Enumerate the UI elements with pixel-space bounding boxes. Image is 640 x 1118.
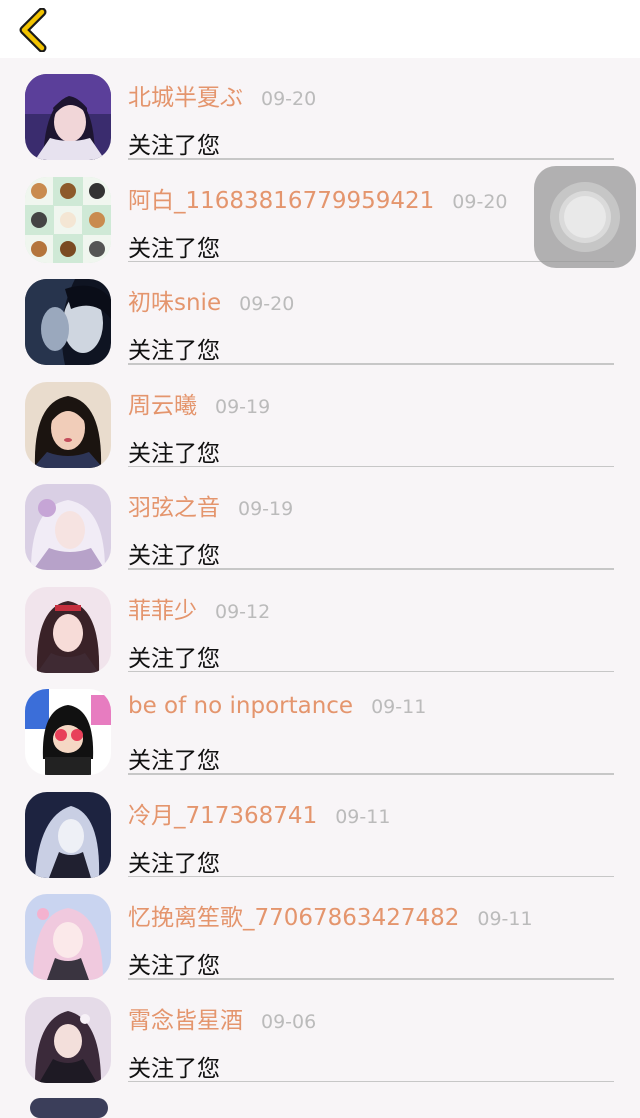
top-nav-bar — [0, 0, 640, 58]
date-label: 09-19 — [238, 498, 294, 520]
message-text: 关注了您 — [128, 338, 220, 364]
list-item[interactable]: 霄念皆星酒 09-06 关注了您 — [0, 981, 640, 1084]
list-item[interactable]: 忆挽离笙歌_77067863427482 09-11 关注了您 — [0, 878, 640, 981]
message-text: 关注了您 — [128, 133, 220, 159]
avatar[interactable] — [25, 996, 111, 1083]
assistive-touch-core — [564, 196, 606, 238]
date-label: 09-11 — [371, 696, 427, 718]
date-label: 09-20 — [261, 88, 317, 110]
list-item[interactable]: 菲菲少 09-12 关注了您 — [0, 571, 640, 674]
list-item[interactable]: 北城半夏ぶ 09-20 关注了您 — [0, 58, 640, 161]
divider — [128, 670, 614, 672]
assistive-touch-button[interactable] — [534, 166, 636, 268]
message-text: 关注了您 — [128, 1055, 220, 1082]
user-name[interactable]: 忆挽离笙歌_77067863427482 — [128, 898, 459, 932]
avatar[interactable] — [25, 894, 111, 980]
list-item[interactable]: 初味snie 09-20 关注了您 — [0, 263, 640, 366]
date-label: 09-11 — [335, 805, 391, 828]
message-text: 关注了您 — [128, 235, 220, 262]
message-text: 关注了您 — [128, 850, 220, 877]
user-name[interactable]: 周云曦 — [128, 386, 197, 420]
list-item[interactable]: be of no inportance 09-11 关注了您 — [0, 673, 640, 776]
date-label: 09-19 — [215, 395, 271, 418]
message-text: 关注了您 — [128, 953, 220, 979]
date-label: 09-11 — [477, 908, 533, 930]
avatar[interactable] — [30, 1098, 108, 1118]
date-label: 09-20 — [452, 190, 508, 213]
user-name[interactable]: 羽弦之音 — [128, 488, 220, 522]
date-label: 09-06 — [261, 1010, 317, 1033]
user-name[interactable]: 阿白_1168381677995942​1 — [128, 181, 434, 215]
user-name[interactable]: be of no inportance — [128, 693, 353, 719]
avatar[interactable] — [25, 586, 111, 673]
user-name[interactable]: 菲菲少 — [128, 591, 197, 625]
date-label: 09-12 — [215, 600, 271, 623]
divider — [128, 1080, 614, 1082]
message-text: 关注了您 — [128, 440, 220, 467]
divider — [128, 158, 614, 160]
user-name[interactable]: 霄念皆星酒 — [128, 1001, 243, 1035]
back-button[interactable] — [14, 7, 54, 53]
date-label: 09-20 — [239, 293, 295, 315]
divider — [128, 363, 614, 365]
divider — [128, 978, 614, 980]
avatar[interactable] — [25, 381, 111, 468]
divider — [128, 465, 614, 467]
avatar[interactable] — [25, 74, 111, 160]
divider — [128, 773, 614, 775]
divider — [128, 875, 614, 877]
avatar[interactable] — [25, 279, 111, 365]
message-text: 关注了您 — [128, 645, 220, 672]
message-text: 关注了您 — [128, 543, 220, 569]
avatar[interactable] — [25, 791, 111, 878]
chevron-left-icon — [19, 7, 47, 53]
user-name[interactable]: 冷月_717368741 — [128, 796, 317, 830]
avatar[interactable] — [25, 689, 111, 775]
user-name[interactable]: 北城半夏ぶ — [128, 78, 243, 112]
avatar[interactable] — [25, 484, 111, 570]
user-name[interactable]: 初味snie — [128, 283, 221, 317]
divider — [128, 568, 614, 570]
list-item[interactable]: 周云曦 09-19 关注了您 — [0, 366, 640, 469]
list-item[interactable]: 冷月_717368741 09-11 关注了您 — [0, 776, 640, 879]
message-text: 关注了您 — [128, 748, 220, 774]
avatar[interactable] — [25, 176, 111, 263]
list-item[interactable]: 羽弦之音 09-19 关注了您 — [0, 468, 640, 571]
